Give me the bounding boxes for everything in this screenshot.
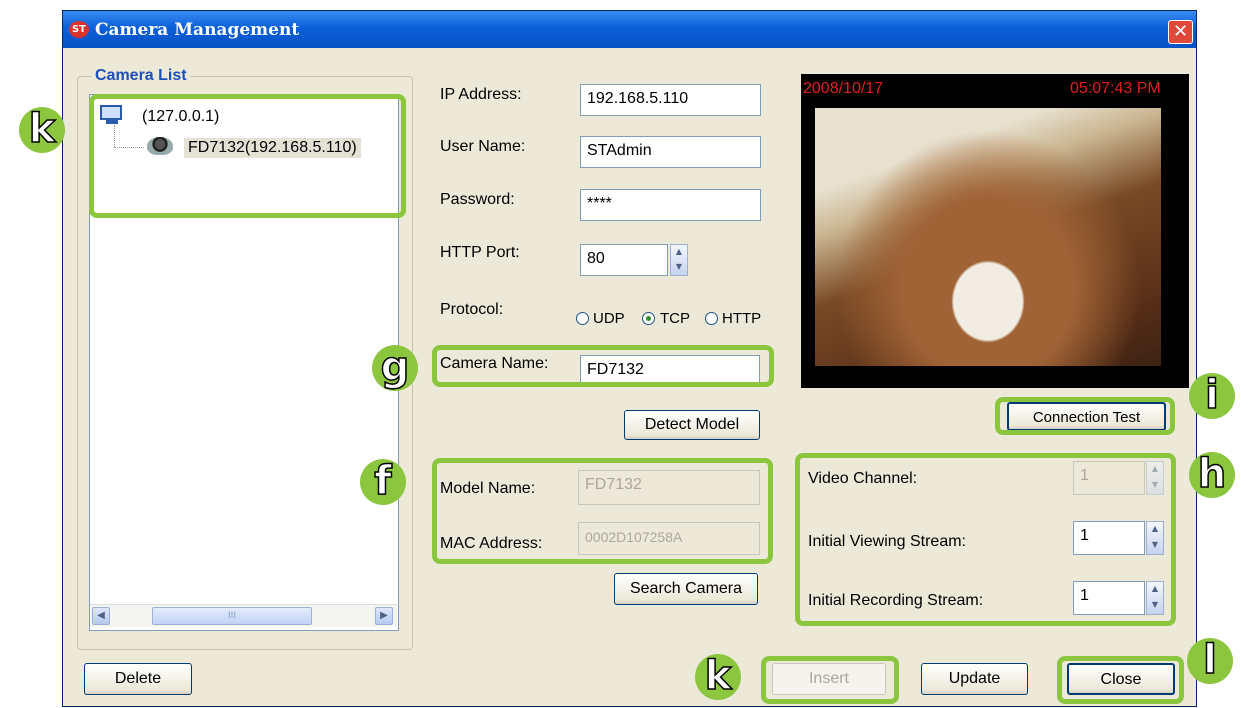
protocol-http-label: HTTP	[722, 310, 762, 327]
callout-k-badge: k	[19, 106, 65, 153]
protocol-tcp-radio[interactable]	[642, 312, 655, 325]
title-bar[interactable]: ST Camera Management ✕	[63, 11, 1196, 48]
user-name-label: User Name:	[440, 138, 526, 155]
callout-i-badge: i	[1189, 372, 1235, 419]
highlight-stream-settings	[795, 453, 1176, 626]
update-button[interactable]: Update	[921, 663, 1028, 695]
camera-list-title: Camera List	[92, 67, 190, 85]
chevron-down-icon[interactable]: ▼	[671, 260, 687, 275]
video-time: 05:07:43 PM	[1070, 80, 1161, 97]
detect-model-button[interactable]: Detect Model	[624, 410, 760, 440]
search-camera-button[interactable]: Search Camera	[614, 573, 758, 605]
video-date: 2008/10/17	[803, 80, 884, 97]
highlight-camera-list	[89, 94, 406, 218]
callout-h-badge: h	[1189, 451, 1235, 498]
close-window-button[interactable]: ✕	[1168, 20, 1193, 44]
window-title: Camera Management	[95, 20, 300, 40]
callout-k2-badge: k	[695, 653, 741, 700]
callout-g-badge: g	[372, 344, 418, 391]
delete-button[interactable]: Delete	[84, 663, 192, 695]
ip-address-input[interactable]: 192.168.5.110	[580, 84, 761, 116]
scroll-left-icon[interactable]: ◀	[92, 607, 110, 625]
http-port-stepper[interactable]: ▲ ▼	[670, 244, 688, 276]
protocol-tcp-label: TCP	[660, 310, 690, 327]
highlight-model-info	[432, 458, 773, 564]
highlight-connection-test	[995, 397, 1175, 435]
scroll-thumb[interactable]: III	[152, 607, 312, 625]
scroll-right-icon[interactable]: ▶	[375, 607, 393, 625]
protocol-udp-label: UDP	[593, 310, 625, 327]
tree-horizontal-scrollbar[interactable]: ◀ III ▶	[90, 604, 397, 627]
http-port-input[interactable]: 80	[580, 244, 668, 276]
http-port-label: HTTP Port:	[440, 244, 520, 261]
protocol-label: Protocol:	[440, 301, 504, 318]
ip-address-label: IP Address:	[440, 86, 522, 103]
password-label: Password:	[440, 191, 515, 208]
highlight-close	[1057, 656, 1184, 704]
callout-f-badge: f	[360, 458, 406, 505]
protocol-http-radio[interactable]	[705, 312, 718, 325]
highlight-insert	[761, 656, 899, 704]
protocol-udp-radio[interactable]	[576, 312, 589, 325]
video-preview	[801, 74, 1189, 388]
chevron-up-icon[interactable]: ▲	[671, 245, 687, 260]
password-input[interactable]: ****	[580, 189, 761, 221]
user-name-input[interactable]: STAdmin	[580, 136, 761, 168]
callout-l-badge: l	[1187, 637, 1233, 684]
camera-snapshot	[815, 108, 1161, 366]
app-logo-icon: ST	[69, 21, 89, 38]
highlight-camera-name	[432, 345, 774, 387]
